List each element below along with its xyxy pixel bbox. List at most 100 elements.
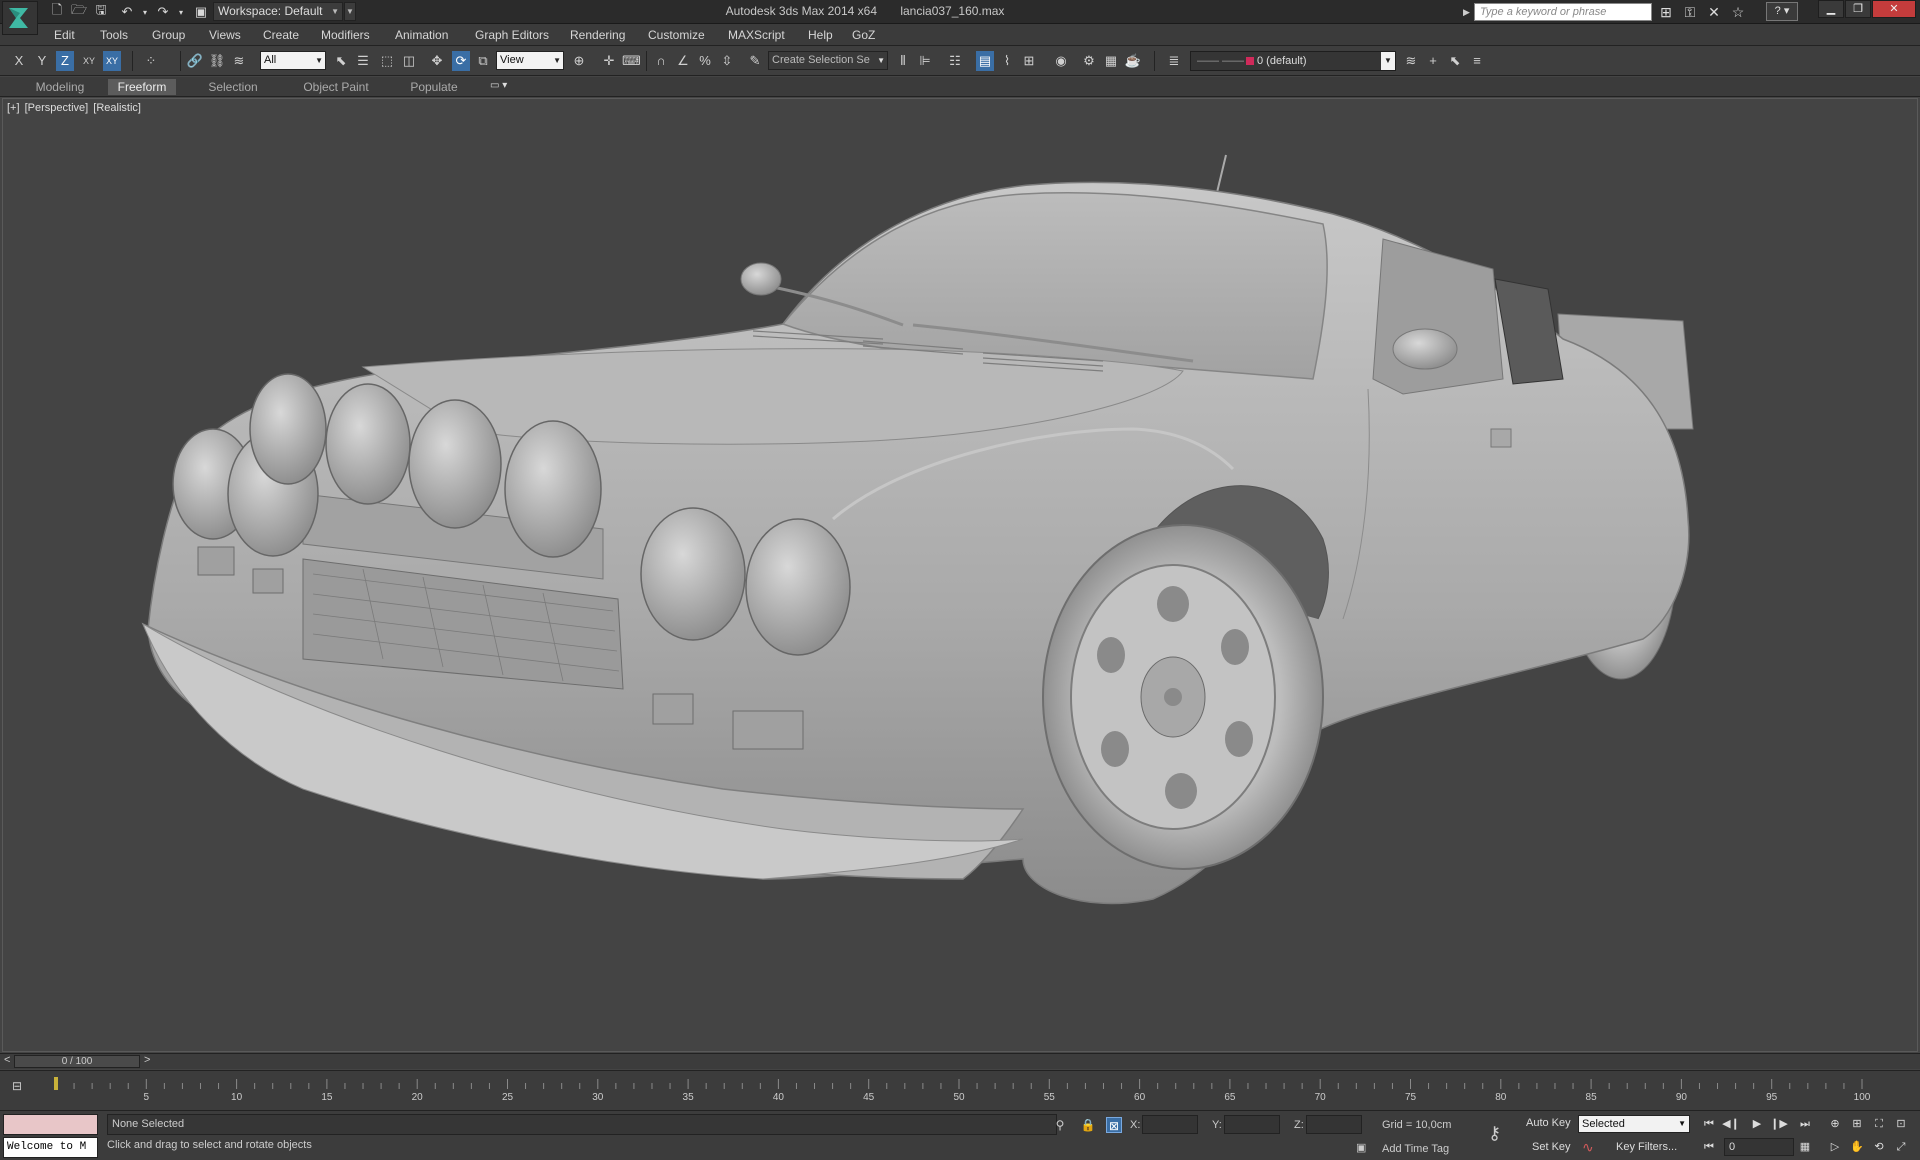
menu-goz[interactable]: GoZ [852, 28, 875, 42]
time-slider-next[interactable]: > [144, 1054, 150, 1066]
absolute-mode-transform-icon[interactable]: ⊠ [1106, 1117, 1122, 1133]
time-slider-prev[interactable]: < [4, 1054, 10, 1066]
previous-frame-icon[interactable]: ◀❙ [1722, 1115, 1740, 1133]
axis-z-button[interactable]: Z [56, 51, 74, 71]
key-tangent-icon[interactable]: ∿ [1582, 1139, 1594, 1156]
maxscript-listener-input[interactable]: Welcome to M [3, 1137, 98, 1158]
named-selection-set-select[interactable]: Create Selection Se ▼ [768, 51, 888, 70]
select-manipulate-icon[interactable]: ✛ [600, 51, 618, 71]
add-time-tag-button[interactable]: Add Time Tag [1382, 1143, 1449, 1155]
key-mode-select[interactable]: Selected ▼ [1578, 1115, 1690, 1133]
menu-create[interactable]: Create [263, 28, 299, 42]
binoculars-icon[interactable]: ⊞ [1656, 3, 1676, 21]
menu-group[interactable]: Group [152, 28, 185, 42]
menu-maxscript[interactable]: MAXScript [728, 28, 785, 42]
menu-animation[interactable]: Animation [395, 28, 448, 42]
axis-x-button[interactable]: X [10, 51, 28, 71]
create-layer-icon[interactable]: ≋ [1402, 51, 1420, 71]
viewport-label[interactable]: [+] [Perspective] [Realistic] [7, 102, 143, 114]
snaps-use-axis-icon[interactable]: ⁘ [142, 51, 160, 71]
search-toggle-icon[interactable]: ▶ [1463, 2, 1473, 22]
key-mode-toggle-icon[interactable]: ⏮ [1700, 1138, 1718, 1156]
mirror-icon[interactable]: ⫴ [894, 51, 912, 71]
tab-modeling[interactable]: Modeling [24, 79, 96, 95]
menu-modifiers[interactable]: Modifiers [321, 28, 370, 42]
subscription-key-icon[interactable]: ⚿ [1680, 3, 1700, 21]
select-by-name-icon[interactable]: ☰ [354, 51, 372, 71]
render-setup-icon[interactable]: ⚙ [1080, 51, 1098, 71]
pivot-center-icon[interactable]: ⊕ [570, 51, 588, 71]
select-rotate-icon[interactable]: ⟳ [452, 51, 470, 71]
axis-xy-button[interactable]: XY [80, 51, 98, 71]
viewport-point-of-view-menu[interactable]: [Perspective] [25, 102, 89, 114]
select-move-icon[interactable]: ✥ [428, 51, 446, 71]
snaps-toggle-icon[interactable]: ∩ [652, 51, 670, 71]
tab-freeform[interactable]: Freeform [108, 79, 176, 95]
select-object-icon[interactable]: ⬉ [332, 51, 350, 71]
maxscript-listener-output[interactable] [3, 1114, 98, 1135]
next-frame-icon[interactable]: ❙▶ [1770, 1115, 1788, 1133]
align-icon[interactable]: ⊫ [916, 51, 934, 71]
ribbon-options-icon[interactable]: ▭ ▾ [490, 80, 507, 91]
set-keys-icon[interactable]: ⚷ [1488, 1123, 1501, 1144]
go-to-end-icon[interactable]: ⏭ [1796, 1115, 1814, 1133]
select-in-layer-icon[interactable]: ⬉ [1446, 51, 1464, 71]
x-coord-input[interactable] [1142, 1115, 1198, 1134]
current-frame-marker[interactable] [54, 1077, 58, 1090]
track-bar-ruler[interactable]: 5 10 15 20 25 30 35 40 45 50 55 60 65 70 75 80 85 90 95 100 [54, 1075, 1870, 1105]
tab-populate[interactable]: Populate [400, 79, 468, 95]
z-coord-input[interactable] [1306, 1115, 1362, 1134]
bind-space-warp-icon[interactable]: ≋ [230, 51, 248, 71]
menu-help[interactable]: Help [808, 28, 833, 42]
close-button[interactable]: ✕ [1872, 0, 1916, 18]
orbit-icon[interactable]: ⟲ [1870, 1138, 1888, 1156]
render-production-icon[interactable]: ☕ [1124, 51, 1142, 71]
minimize-button[interactable]: ▁ [1818, 0, 1844, 18]
menu-customize[interactable]: Customize [648, 28, 705, 42]
add-to-layer-icon[interactable]: + [1424, 51, 1442, 71]
auto-key-button[interactable]: Auto Key [1526, 1117, 1571, 1129]
set-current-layer-icon[interactable]: ≡ [1468, 51, 1486, 71]
layer-manager-icon[interactable]: ☷ [946, 51, 964, 71]
go-to-start-icon[interactable]: ⏮ [1700, 1115, 1718, 1133]
favorites-star-icon[interactable]: ☆ [1728, 3, 1748, 21]
axis-y-button[interactable]: Y [33, 51, 51, 71]
help-button[interactable]: ? ▾ [1766, 2, 1798, 21]
current-frame-input[interactable]: 0 [1724, 1138, 1794, 1156]
layers-icon[interactable]: ≣ [1165, 51, 1183, 71]
rendered-frame-window-icon[interactable]: ▦ [1102, 51, 1120, 71]
tab-selection[interactable]: Selection [196, 79, 270, 95]
angle-snap-icon[interactable]: ∠ [674, 51, 692, 71]
select-scale-icon[interactable]: ⧉ [474, 51, 492, 71]
maximize-viewport-icon[interactable]: ⤢ [1892, 1138, 1910, 1156]
edit-named-selection-icon[interactable]: ✎ [746, 51, 764, 71]
percent-snap-icon[interactable]: % [696, 51, 714, 71]
menu-edit[interactable]: Edit [54, 28, 75, 42]
axis-xyz-button[interactable]: XY [103, 51, 121, 71]
spinner-snap-icon[interactable]: ⇳ [718, 51, 736, 71]
menu-graph-editors[interactable]: Graph Editors [475, 28, 549, 42]
viewport-shading-menu[interactable]: [Realistic] [93, 102, 141, 114]
selection-filter-select[interactable]: All ▼ [260, 51, 326, 70]
link-icon[interactable]: 🔗 [186, 51, 204, 71]
set-key-button[interactable]: Set Key [1532, 1141, 1571, 1153]
application-menu-button[interactable] [2, 1, 38, 35]
time-tag-icon[interactable]: ▣ [1356, 1141, 1368, 1155]
time-configuration-icon[interactable]: ▦ [1796, 1138, 1814, 1156]
y-coord-input[interactable] [1224, 1115, 1280, 1134]
selection-lock-icon[interactable]: 🔒 [1080, 1117, 1096, 1133]
communication-center-icon[interactable]: ✕ [1704, 3, 1724, 21]
track-bar[interactable]: ⊟ 5 10 15 20 25 30 35 40 45 50 55 60 65 70 75 80 85 90 95 1… [0, 1070, 1920, 1110]
mini-curve-editor-icon[interactable]: ⊟ [12, 1079, 28, 1095]
play-icon[interactable]: ▶ [1748, 1115, 1766, 1133]
time-slider[interactable]: < 0 / 100 > [0, 1053, 1920, 1069]
search-input[interactable]: Type a keyword or phrase [1474, 3, 1652, 21]
menu-tools[interactable]: Tools [100, 28, 128, 42]
current-layer-select[interactable]: —— —— 0 (default) ▼ [1190, 51, 1396, 71]
window-crossing-icon[interactable]: ◫ [400, 51, 418, 71]
schematic-view-icon[interactable]: ⊞ [1020, 51, 1038, 71]
isolate-selection-icon[interactable]: ⚲ [1052, 1117, 1068, 1133]
perspective-viewport[interactable]: [+] [Perspective] [Realistic] [2, 98, 1918, 1052]
rect-selection-icon[interactable]: ⬚ [378, 51, 396, 71]
zoom-all-icon[interactable]: ⊞ [1848, 1115, 1866, 1133]
